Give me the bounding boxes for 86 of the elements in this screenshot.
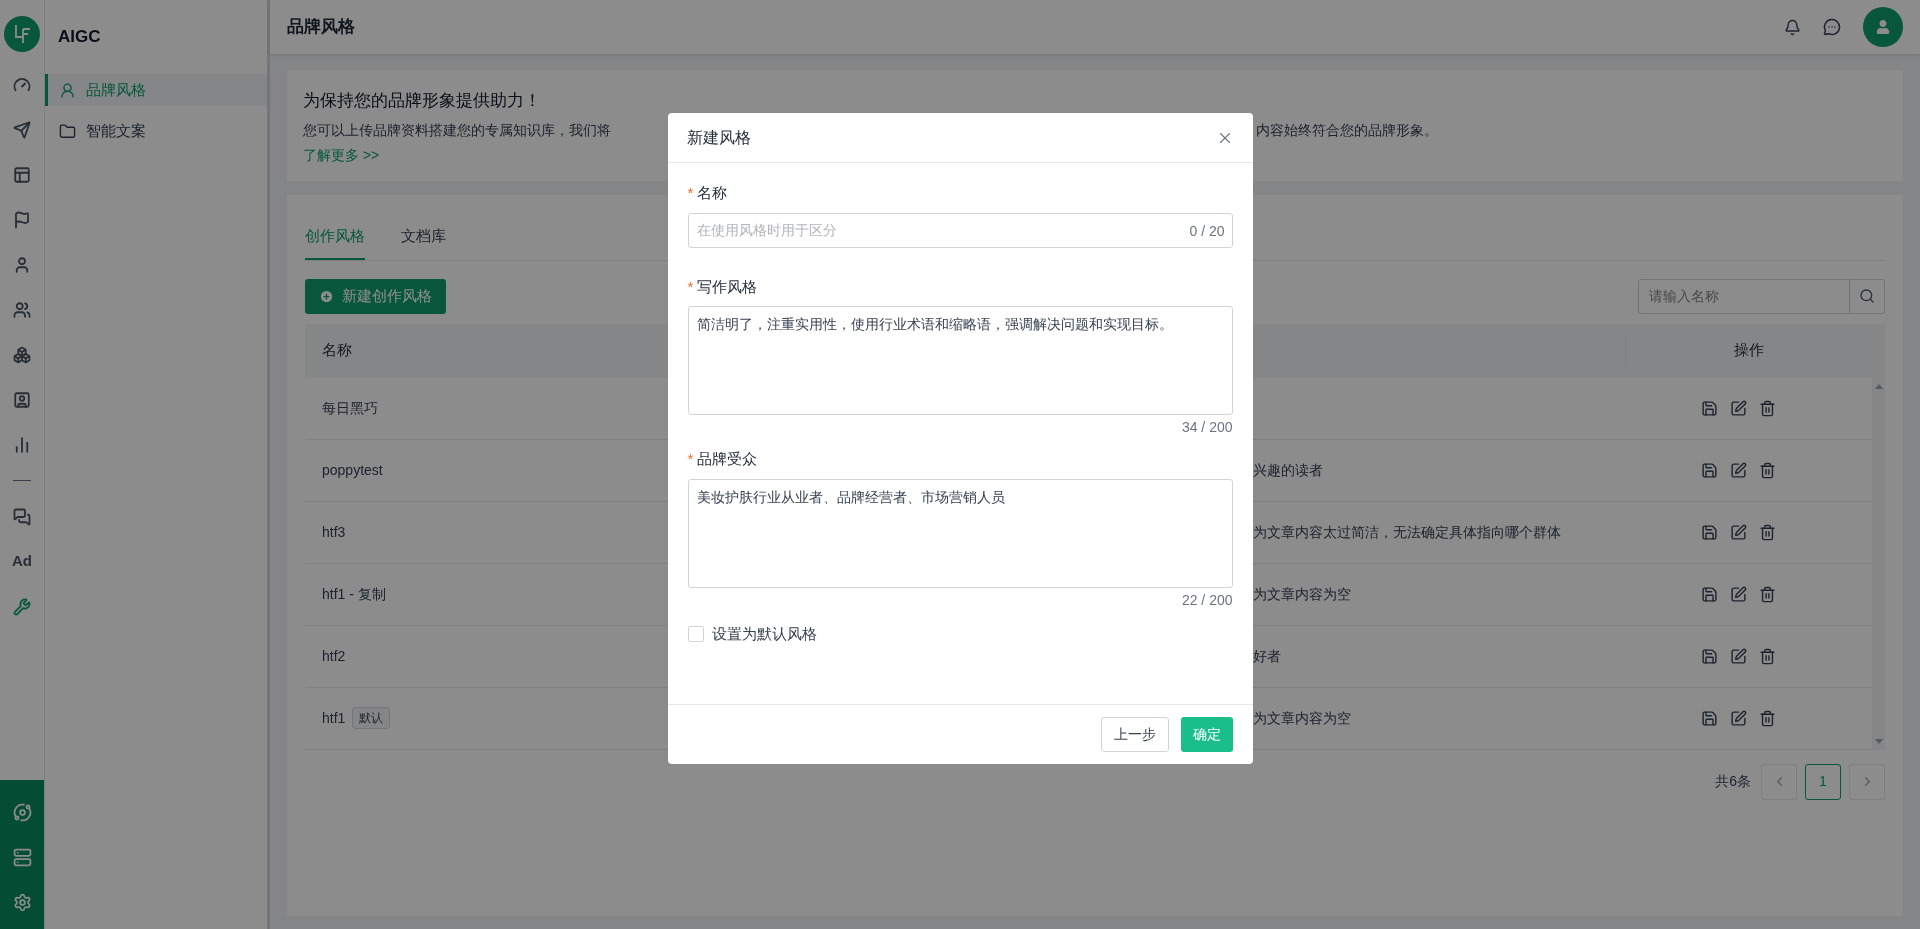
sidebar-item[interactable]: 品牌风格 bbox=[45, 74, 267, 106]
learn-more-link[interactable]: 了解更多 >> bbox=[303, 144, 380, 166]
chat-icon[interactable] bbox=[1823, 18, 1841, 36]
checkbox-label: 设置为默认风格 bbox=[711, 623, 817, 644]
table-cell: 兴趣的读者 bbox=[1253, 461, 1323, 478]
page-title: 品牌风格 bbox=[287, 16, 355, 39]
save-icon[interactable] bbox=[1701, 647, 1718, 665]
table-cell-text: htf1 bbox=[322, 708, 346, 728]
user-icon[interactable] bbox=[13, 255, 31, 274]
logo-icon bbox=[4, 16, 40, 52]
sidebar-title: AIGC bbox=[57, 26, 102, 49]
trash-icon[interactable] bbox=[1759, 461, 1776, 479]
table-cell: 好者 bbox=[1253, 647, 1281, 664]
total-count: 共6条 bbox=[1715, 772, 1751, 791]
edit-icon[interactable] bbox=[1730, 585, 1747, 603]
table-cell-text: htf1 - 复制 bbox=[322, 584, 386, 604]
required-mark: * bbox=[687, 276, 694, 297]
sidebar-item[interactable]: 智能文案 bbox=[45, 115, 267, 147]
edit-icon[interactable] bbox=[1730, 647, 1747, 665]
required-mark: * bbox=[687, 449, 694, 469]
trash-icon[interactable] bbox=[1759, 399, 1776, 417]
paper-plane-icon[interactable] bbox=[13, 120, 31, 139]
avatar[interactable] bbox=[1863, 7, 1903, 47]
layout-icon[interactable] bbox=[13, 165, 31, 184]
banner-title: 为保持您的品牌形象提供助力！ bbox=[303, 90, 542, 112]
save-icon[interactable] bbox=[1701, 585, 1718, 603]
char-counter: 22 / 200 bbox=[1181, 590, 1233, 610]
text-area[interactable]: 美妆护肤行业从业者、品牌经营者、市场营销人员 bbox=[687, 478, 1233, 588]
table-cell-text: poppytest bbox=[322, 460, 383, 480]
trash-icon[interactable] bbox=[1759, 523, 1776, 541]
person-icon bbox=[59, 81, 76, 99]
required-mark: * bbox=[687, 183, 694, 203]
users-icon[interactable] bbox=[13, 300, 31, 319]
edit-icon[interactable] bbox=[1730, 523, 1747, 541]
save-icon[interactable] bbox=[1701, 709, 1718, 727]
page-button[interactable]: 1 bbox=[1805, 763, 1841, 800]
folder-icon bbox=[59, 122, 76, 140]
tab[interactable]: 文档库 bbox=[401, 225, 446, 260]
save-icon[interactable] bbox=[1701, 399, 1718, 417]
settings-icon[interactable] bbox=[12, 893, 32, 912]
banner-text: 内容始终符合您的品牌形象。 bbox=[1256, 120, 1438, 140]
search-icon bbox=[1859, 288, 1875, 304]
banner-text: 您可以上传品牌资料搭建您的专属知识库，我们将 bbox=[303, 121, 611, 138]
chat-bubbles-icon[interactable] bbox=[13, 507, 31, 526]
search-button[interactable] bbox=[1850, 278, 1885, 314]
plus-icon bbox=[319, 288, 334, 304]
back-button[interactable]: 上一步 bbox=[1100, 717, 1169, 752]
bar-chart-icon[interactable] bbox=[13, 435, 31, 454]
wrench-icon[interactable] bbox=[13, 597, 31, 616]
column-header: 操作 bbox=[1734, 340, 1764, 361]
char-counter: 0 / 20 bbox=[1189, 221, 1225, 241]
edit-icon[interactable] bbox=[1730, 399, 1747, 417]
table-cell: 为文章内容太过简洁，无法确定具体指向哪个群体 bbox=[1253, 523, 1561, 540]
table-cell: 为文章内容为空 bbox=[1253, 709, 1351, 726]
table-cell: 为文章内容为空 bbox=[1253, 585, 1351, 602]
bell-icon[interactable] bbox=[1784, 18, 1801, 36]
field-label: 品牌受众 bbox=[697, 449, 758, 469]
dialog-title: 新建风格 bbox=[686, 127, 751, 148]
save-icon[interactable] bbox=[1701, 461, 1718, 479]
badge-icon[interactable] bbox=[13, 390, 31, 409]
tab[interactable]: 创作风格 bbox=[305, 225, 365, 260]
default-tag: 默认 bbox=[352, 707, 391, 729]
cubes-icon[interactable] bbox=[13, 345, 31, 364]
trash-icon[interactable] bbox=[1759, 585, 1776, 603]
field-label: 写作风格 bbox=[697, 276, 758, 297]
text-area[interactable]: 简洁明了，注重实用性，使用行业术语和缩略语，强调解决问题和实现目标。 bbox=[687, 306, 1233, 415]
orbit-icon[interactable] bbox=[12, 803, 32, 822]
new-style-button[interactable]: 新建创作风格 bbox=[305, 278, 446, 314]
edit-icon[interactable] bbox=[1730, 709, 1747, 727]
trash-icon[interactable] bbox=[1759, 709, 1776, 727]
checkbox[interactable] bbox=[687, 625, 704, 642]
field-label: 名称 bbox=[697, 183, 728, 203]
flag-icon[interactable] bbox=[13, 210, 31, 229]
char-counter: 34 / 200 bbox=[1181, 418, 1233, 437]
table-cell-text: htf2 bbox=[322, 646, 346, 666]
table-cell-text: 每日黑巧 bbox=[322, 398, 378, 418]
trash-icon[interactable] bbox=[1759, 647, 1776, 665]
column-header: 名称 bbox=[321, 340, 353, 361]
ad-label[interactable]: Ad bbox=[12, 539, 32, 584]
server-icon[interactable] bbox=[12, 848, 32, 867]
table-cell-text: htf3 bbox=[322, 522, 346, 542]
save-icon[interactable] bbox=[1701, 523, 1718, 541]
search-field[interactable]: 请输入名称 bbox=[1638, 278, 1850, 314]
confirm-button[interactable]: 确定 bbox=[1180, 717, 1233, 752]
gauge-icon[interactable] bbox=[13, 75, 31, 94]
edit-icon[interactable] bbox=[1730, 461, 1747, 479]
